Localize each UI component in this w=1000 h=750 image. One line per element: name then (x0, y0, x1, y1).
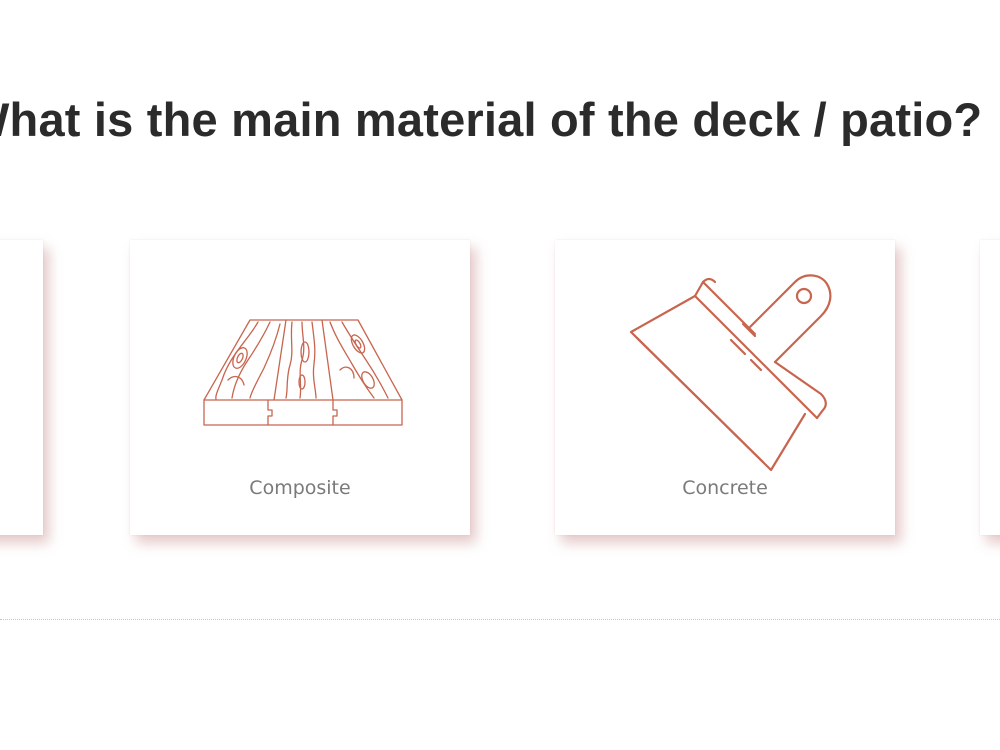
putty-knife-icon (629, 274, 832, 472)
option-card-composite[interactable]: Composite (130, 240, 470, 535)
option-card-left-partial[interactable] (0, 240, 43, 535)
option-label-concrete: Concrete (682, 477, 768, 499)
question-title: What is the main material of the deck / … (0, 93, 983, 146)
option-card-concrete[interactable]: Concrete (555, 240, 895, 535)
section-divider (0, 619, 1000, 620)
wood-planks-icon (203, 319, 403, 426)
page: What is the main material of the deck / … (0, 0, 1000, 750)
option-card-right-partial[interactable] (980, 240, 1000, 535)
option-label-composite: Composite (249, 477, 351, 499)
